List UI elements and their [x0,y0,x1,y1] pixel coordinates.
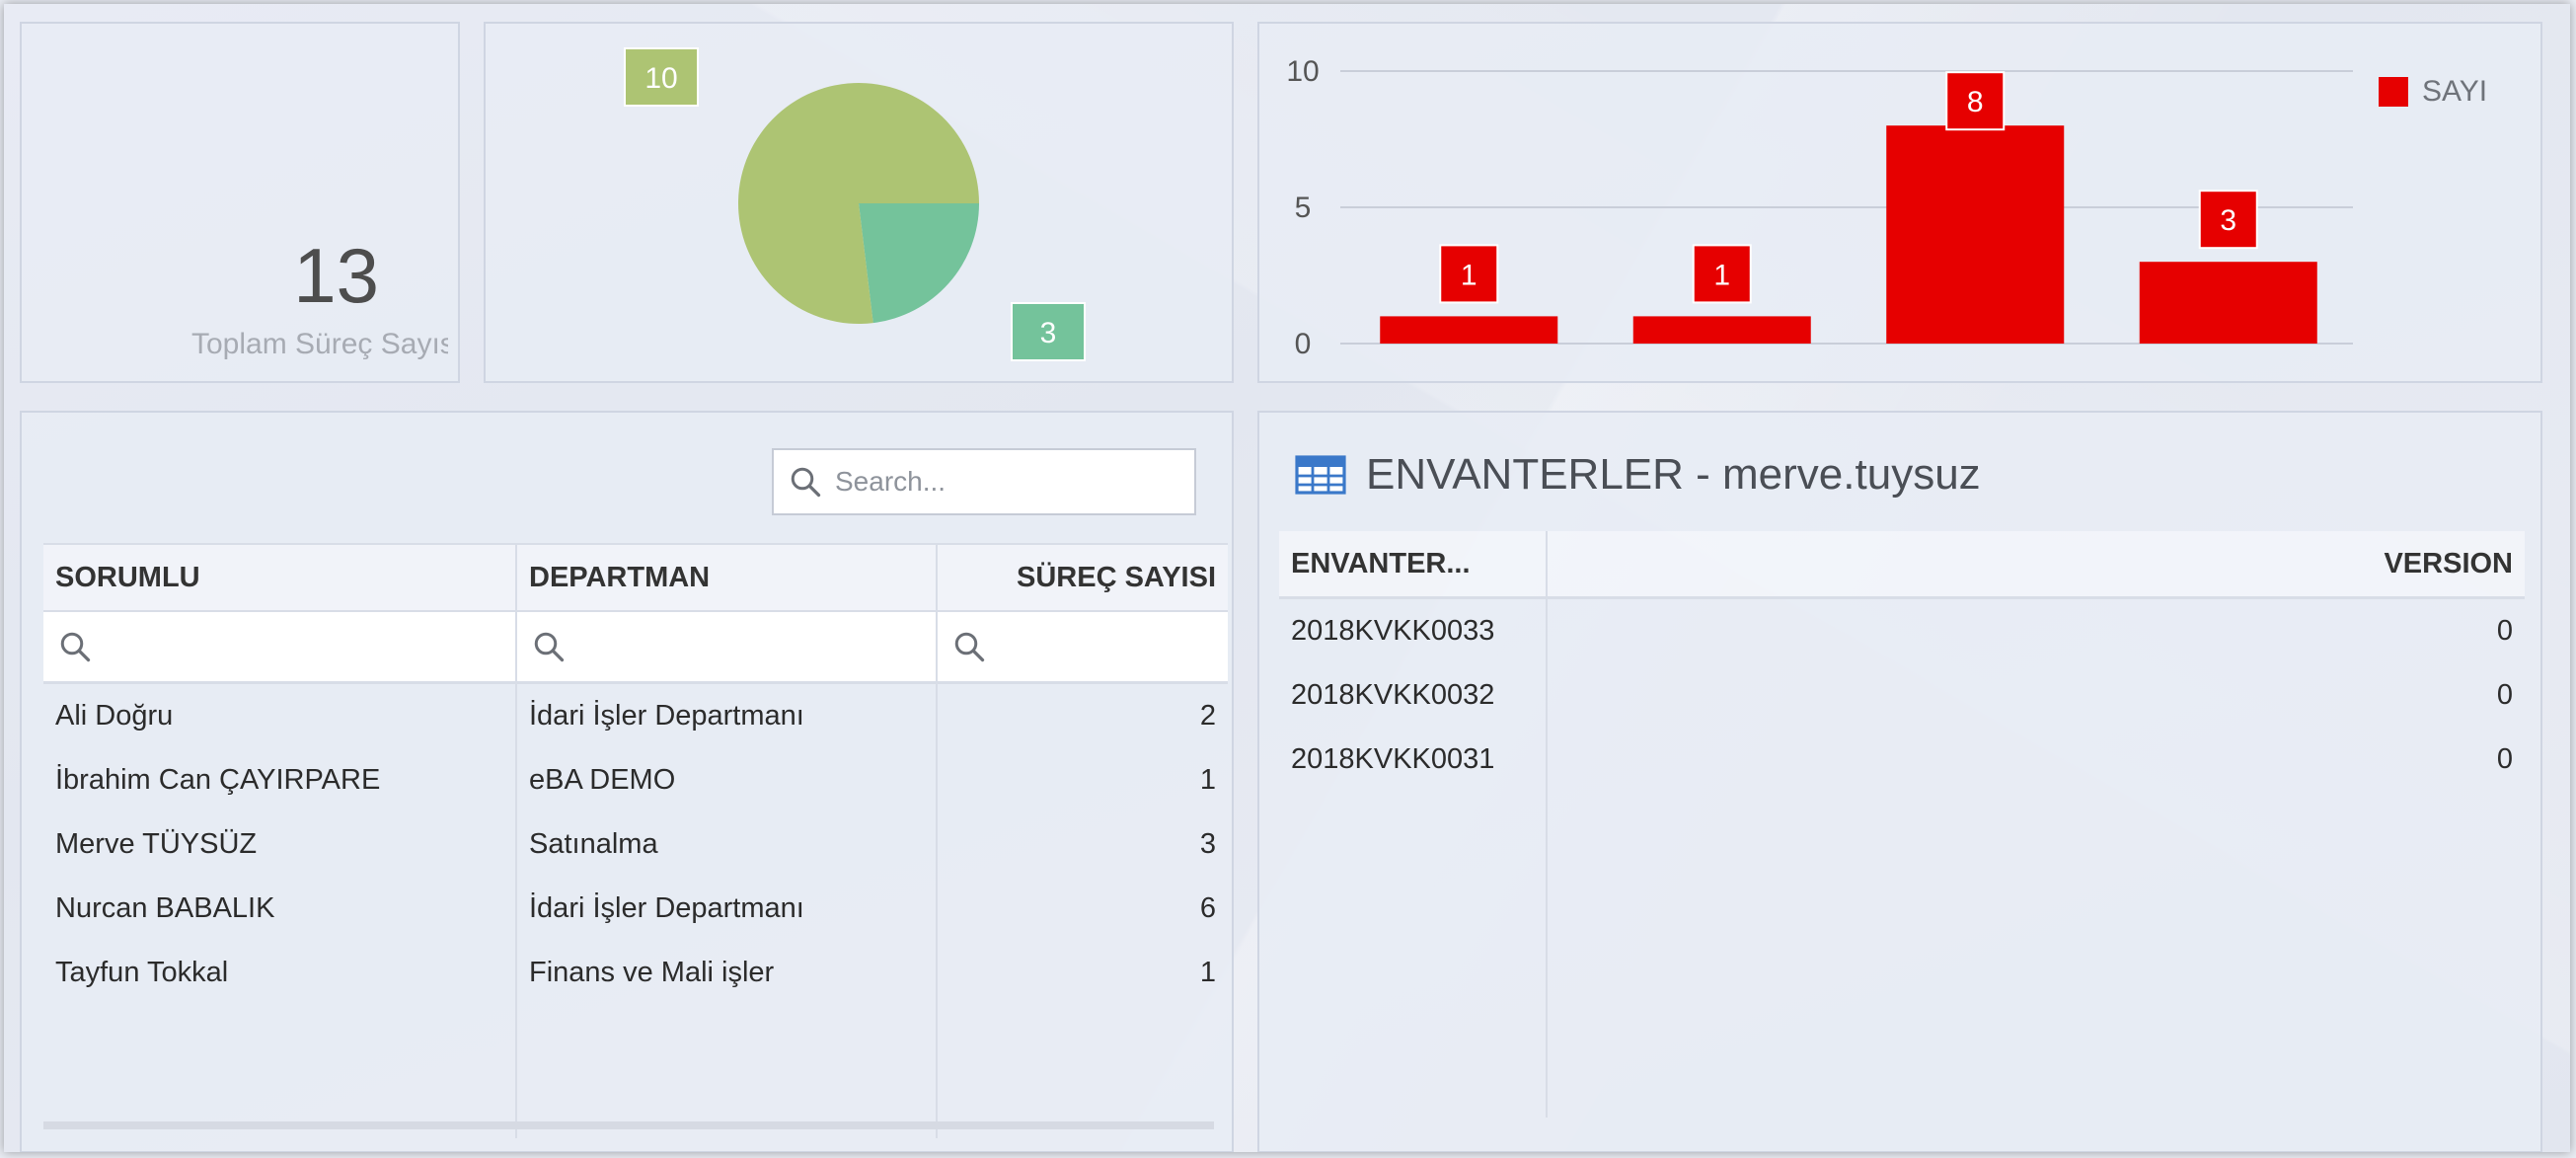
filter-cell-surec-sayisi[interactable] [938,612,1228,681]
search-box[interactable] [772,448,1196,515]
table-row[interactable]: Nurcan BABALIK İdari İşler Departmanı 6 [43,877,1228,941]
cell-sorumlu: Nurcan BABALIK [43,877,517,941]
cell-departman: Finans ve Mali işler [517,941,938,1005]
responsible-table-card: SORUMLU DEPARTMAN SÜREÇ SAYISI [20,411,1234,1152]
search-icon [954,632,985,662]
cell-departman: eBA DEMO [517,748,938,812]
y-tick-label: 5 [1295,192,1312,224]
inventory-grid: ENVANTER... VERSION 2018KVKK0033 0 2018K… [1279,531,2525,792]
dashboard: 13 Toplam Süreç Sayısı 10 3 0 5 10 1 1 8 3 SAY… [4,4,2570,1152]
data-label: 1 [1713,259,1730,291]
y-tick-label: 10 [1286,55,1319,88]
pie-chart-card: 10 3 [484,22,1234,383]
table-row[interactable]: 2018KVKK0033 0 [1279,599,2525,663]
search-input[interactable] [833,465,1182,499]
grid-body: Ali Doğru İdari İşler Departmanı 2 İbrah… [43,684,1228,1138]
cell-surec-sayisi: 6 [1199,892,1216,924]
inventory-title: ENVANTERLER - merve.tuysuz [1366,450,1981,499]
cell-sorumlu: Tayfun Tokkal [43,941,517,1005]
horizontal-scrollbar[interactable] [43,1121,1214,1129]
data-label: 1 [1461,259,1477,291]
pie-label-small: 3 [1011,302,1086,361]
cell-departman: İdari İşler Departmanı [517,877,938,941]
filter-cell-departman[interactable] [517,612,938,681]
kpi-value: 13 [293,232,379,319]
pie-slice-small[interactable] [859,203,979,324]
cell-envanter: 2018KVKK0033 [1279,599,1548,663]
data-label: 3 [2220,204,2236,237]
cell-version: 0 [2496,743,2513,775]
search-icon [60,632,91,662]
cell-departman: Satınalma [517,812,938,877]
cell-departman: İdari İşler Departmanı [517,684,938,748]
cell-envanter: 2018KVKK0031 [1279,728,1548,792]
cell-surec-sayisi: 1 [1199,764,1216,796]
filter-row [43,612,1228,684]
cell-sorumlu: Merve TÜYSÜZ [43,812,517,877]
column-header-version[interactable]: VERSION [1548,531,2525,596]
responsible-grid: SORUMLU DEPARTMAN SÜREÇ SAYISI Ali Doğru… [43,543,1228,1138]
table-row[interactable]: Merve TÜYSÜZ Satınalma 3 [43,812,1228,877]
cell-sorumlu: Ali Doğru [43,684,517,748]
column-header-departman[interactable]: DEPARTMAN [517,545,938,610]
legend-label: SAYI [2422,75,2488,108]
column-header-surec-sayisi[interactable]: SÜREÇ SAYISI [938,545,1228,610]
bar[interactable] [2139,262,2317,344]
inventory-card: ENVANTERLER - merve.tuysuz ENVANTER... V… [1257,411,2542,1152]
inventory-grid-header: ENVANTER... VERSION [1279,531,2525,599]
bar[interactable] [1632,316,1811,344]
chart-legend[interactable]: SAYI [2379,75,2487,109]
grid-header: SORUMLU DEPARTMAN SÜREÇ SAYISI [43,543,1228,612]
column-header-sorumlu[interactable]: SORUMLU [43,545,517,610]
cell-surec-sayisi: 1 [1199,957,1216,988]
bar-chart: 0 5 10 1 1 8 3 [1286,55,2353,360]
search-icon [534,632,565,662]
pie-chart [738,82,979,324]
data-label: 8 [1967,86,1984,118]
y-tick-label: 0 [1295,328,1312,360]
legend-swatch [2379,77,2408,107]
cell-surec-sayisi: 2 [1199,700,1216,732]
table-row[interactable]: 2018KVKK0031 0 [1279,728,2525,792]
cell-version: 0 [2496,679,2513,711]
table-row[interactable]: İbrahim Can ÇAYIRPARE eBA DEMO 1 [43,748,1228,812]
inventory-title-bar: ENVANTERLER - merve.tuysuz [1295,450,1981,500]
table-row[interactable]: 2018KVKK0032 0 [1279,663,2525,728]
table-icon [1295,455,1346,495]
pie-label-large: 10 [624,47,699,107]
filter-cell-sorumlu[interactable] [43,612,517,681]
table-row[interactable]: Tayfun Tokkal Finans ve Mali işler 1 [43,941,1228,1005]
cell-surec-sayisi: 3 [1199,828,1216,860]
column-header-envanter[interactable]: ENVANTER... [1279,531,1548,596]
cell-sorumlu: İbrahim Can ÇAYIRPARE [43,748,517,812]
kpi-card: 13 Toplam Süreç Sayısı [20,22,460,383]
cell-envanter: 2018KVKK0032 [1279,663,1548,728]
bar-chart-card: 0 5 10 1 1 8 3 SAYI [1257,22,2542,383]
cell-version: 0 [2496,615,2513,647]
bar[interactable] [1886,125,2065,344]
search-icon [791,467,821,498]
kpi-label: Toplam Süreç Sayısı [191,328,448,360]
bar[interactable] [1380,316,1558,344]
column-divider [1546,596,1548,1118]
table-row[interactable]: Ali Doğru İdari İşler Departmanı 2 [43,684,1228,748]
